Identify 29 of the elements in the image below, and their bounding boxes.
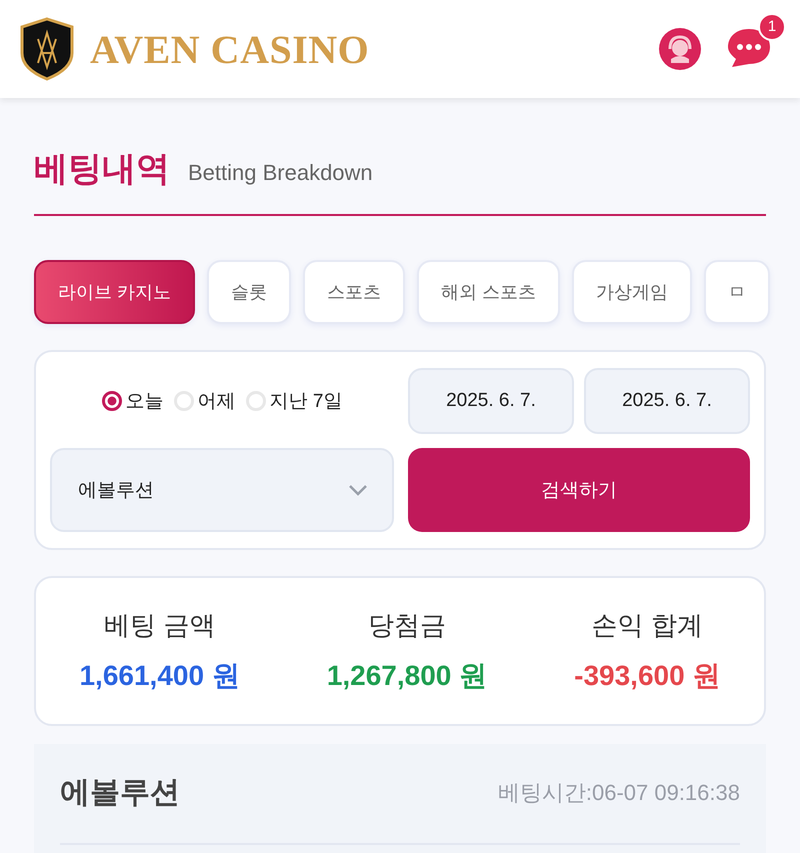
summary-label: 손익 합계	[592, 608, 703, 642]
radio-label: 어제	[198, 390, 236, 414]
category-tab[interactable]: ㅁ	[704, 260, 770, 324]
brand-name: AVEN CASINO	[90, 26, 370, 72]
page-title: 베팅내역	[34, 149, 170, 190]
category-tab[interactable]: 라이브 카지노	[34, 260, 196, 324]
category-tab[interactable]: 해외 스포츠	[417, 260, 560, 324]
category-tab[interactable]: 슬롯	[207, 260, 292, 324]
summary-label: 베팅 금액	[104, 608, 216, 642]
chevron-down-icon	[348, 484, 368, 496]
record-time: 베팅시간:06-07 09:16:38	[498, 778, 740, 806]
summary-label: 당첨금	[368, 608, 446, 642]
date-field[interactable]: 2025. 6. 7.	[584, 368, 750, 434]
provider-dropdown[interactable]: 에볼루션	[50, 448, 394, 532]
search-button[interactable]: 검색하기	[408, 448, 750, 532]
summary-value: 1,267,800 원	[326, 658, 488, 692]
category-tab[interactable]: 가상게임	[572, 260, 692, 324]
summary-value: -393,600 원	[574, 658, 720, 692]
support-agent-icon[interactable]	[658, 27, 702, 71]
radio-button[interactable]	[102, 391, 122, 411]
summary-value: 1,661,400 원	[79, 658, 240, 692]
record-provider: 에볼루션	[60, 775, 180, 811]
category-tab[interactable]: 스포츠	[303, 260, 406, 324]
radio-label: 오늘	[126, 390, 164, 414]
radio-label: 지난 7일	[270, 390, 342, 414]
shield-logo-icon	[20, 17, 74, 81]
date-field[interactable]: 2025. 6. 7.	[408, 368, 574, 434]
page-subtitle: Betting Breakdown	[188, 160, 373, 186]
notification-badge: 1	[758, 12, 786, 40]
